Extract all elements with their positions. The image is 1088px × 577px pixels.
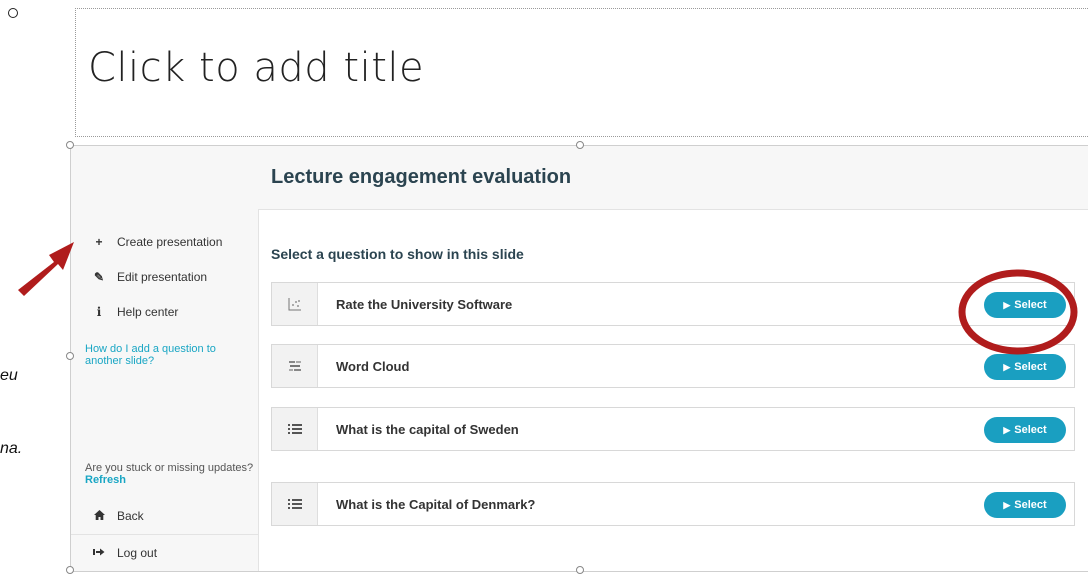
list-icon: [272, 408, 318, 450]
logout-icon: [91, 546, 107, 560]
play-icon: ▶: [1003, 361, 1011, 372]
word-cloud-icon: [272, 345, 318, 387]
question-row[interactable]: Rate the University Software ▶ Select: [271, 282, 1075, 326]
select-button[interactable]: ▶ Select: [984, 492, 1066, 518]
select-label: Select: [1014, 499, 1047, 511]
scale-icon: [272, 283, 318, 325]
question-title: What is the capital of Sweden: [336, 422, 519, 437]
sidebar-item-label: Help center: [117, 305, 179, 319]
stuck-message: Are you stuck or missing updates? Refres…: [85, 462, 255, 486]
info-icon: i: [96, 305, 102, 319]
app-header: Lecture engagement evaluation: [71, 146, 1088, 210]
question-row[interactable]: What is the Capital of Denmark? ▶ Select: [271, 482, 1075, 526]
edit-icon: ✎: [93, 270, 105, 284]
resize-handle[interactable]: [66, 566, 74, 574]
play-icon: ▶: [1003, 499, 1011, 510]
sidebar-item-back[interactable]: Back: [71, 505, 258, 527]
title-placeholder[interactable]: Click to add title: [75, 8, 1088, 137]
sidebar-item-label: Log out: [117, 546, 158, 560]
resize-handle[interactable]: [576, 566, 584, 574]
sidebar-item-help-center[interactable]: i Help center: [71, 301, 258, 323]
question-list-panel: Select a question to show in this slide …: [259, 209, 1088, 571]
slide-body-text-fragment: eu: [0, 367, 18, 384]
select-button[interactable]: ▶ Select: [984, 354, 1066, 380]
resize-handle[interactable]: [66, 352, 74, 360]
sidebar-item-log-out[interactable]: Log out: [71, 542, 258, 564]
play-icon: ▶: [1003, 424, 1011, 435]
red-arrow-icon: [18, 242, 74, 296]
sidebar-item-edit-presentation[interactable]: ✎ Edit presentation: [71, 266, 258, 288]
divider: [71, 534, 258, 535]
slide-body-text-fragment: na.: [0, 440, 23, 457]
presentation-title: Lecture engagement evaluation: [271, 166, 572, 188]
select-button[interactable]: ▶ Select: [984, 417, 1066, 443]
home-icon: [91, 509, 107, 523]
question-row[interactable]: Word Cloud ▶ Select: [271, 344, 1075, 388]
question-title: What is the Capital of Denmark?: [336, 497, 536, 512]
sidebar: + Create presentation ✎ Edit presentatio…: [71, 209, 259, 571]
refresh-link[interactable]: Refresh: [85, 474, 126, 486]
select-label: Select: [1014, 361, 1047, 373]
select-button[interactable]: ▶ Select: [984, 292, 1066, 318]
plus-icon: +: [95, 235, 103, 249]
play-icon: ▶: [1003, 299, 1011, 310]
resize-handle[interactable]: [66, 141, 74, 149]
title-placeholder-text: Click to add title: [88, 45, 425, 91]
stuck-text: Are you stuck or missing updates?: [85, 462, 254, 474]
resize-handle[interactable]: [576, 141, 584, 149]
section-heading: Select a question to show in this slide: [271, 246, 524, 262]
select-label: Select: [1014, 424, 1047, 436]
list-icon: [272, 483, 318, 525]
select-label: Select: [1014, 299, 1047, 311]
sidebar-item-create-presentation[interactable]: + Create presentation: [71, 231, 258, 253]
embedded-app-frame[interactable]: Lecture engagement evaluation + Create p…: [70, 145, 1088, 572]
help-link-add-question[interactable]: How do I add a question to another slide…: [85, 343, 255, 367]
sidebar-item-label: Edit presentation: [117, 270, 208, 284]
sidebar-item-label: Create presentation: [117, 235, 223, 249]
sidebar-item-label: Back: [117, 509, 144, 523]
slide-bullet: [8, 8, 18, 18]
question-title: Word Cloud: [336, 359, 410, 374]
question-row[interactable]: What is the capital of Sweden ▶ Select: [271, 407, 1075, 451]
question-title: Rate the University Software: [336, 297, 513, 312]
